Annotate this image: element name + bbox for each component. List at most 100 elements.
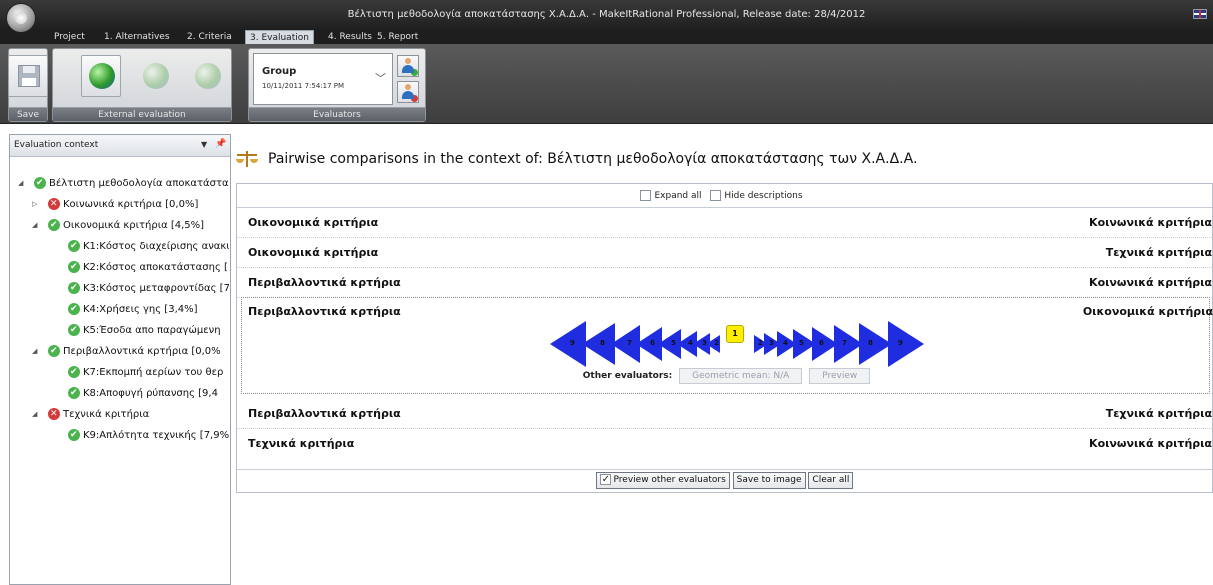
scale-value-label: 3 [769,339,774,347]
remove-evaluator-button[interactable] [397,81,419,103]
tab-project[interactable]: Project [54,30,85,44]
scale-left-value-8[interactable]: 8 [582,323,615,365]
application-orb-button[interactable] [6,3,36,33]
scale-value-label: 4 [783,339,788,347]
scale-left-value-7[interactable]: 7 [611,325,640,363]
export-evaluation-button[interactable] [81,55,121,97]
hide-descriptions-checkbox[interactable] [710,190,722,201]
tab-criteria[interactable]: 2. Criteria [187,30,232,44]
expand-arrow-icon[interactable]: ▷ [32,194,37,215]
tab-alternatives[interactable]: 1. Alternatives [104,30,170,44]
app-window: Βέλτιστη μεθοδολογία αποκατάστασης Χ.Α.Δ… [0,0,1213,585]
tree-item-label: Κ9:Απλότητα τεχνικής [7,9% [83,430,229,441]
import-evaluation-button[interactable] [135,55,175,97]
tree-item-label: Τεχνικά κριτήρια [63,409,150,420]
floppy-disk-icon [18,65,40,87]
criteria-tree: ◢ Βέλτιστη μεθοδολογία αποκατάστα ▷ Κοινωνι… [10,173,230,446]
other-evaluators-row: Other evaluators: Geometric mean: N/A Pr… [242,368,1211,384]
comparison-row[interactable]: Οικονομικά κριτήρια Τεχνικά κριτήρια [237,238,1212,268]
status-error-icon [48,194,60,215]
preview-other-evaluators-checkbox[interactable] [599,472,611,487]
sync-evaluation-button[interactable] [187,55,227,97]
scale-value-label: 9 [898,339,903,347]
display-options: Expand all Hide descriptions [237,184,1212,208]
external-evaluation-label: External evaluation [53,107,231,121]
comparison-row[interactable]: Περιβαλλοντικά κρτήρια Τεχνικά κριτήρια [237,399,1212,429]
comparison-left-criterion: Περιβαλλοντικά κρτήρια [248,276,401,289]
evaluators-group: Group 10/11/2011 7:54:17 PM ﹀ Evaluators [248,48,426,122]
comparison-row[interactable]: Τεχνικά κριτήρια Κοινωνικά κριτήρια [237,429,1212,459]
external-evaluation-group: External evaluation [52,48,232,122]
status-ok-icon [48,341,60,362]
scale-value-label: 8 [868,339,873,347]
tab-evaluation[interactable]: 3. Evaluation [245,30,314,44]
tree-item[interactable]: ◢ Βέλτιστη μεθοδολογία αποκατάστα [10,173,230,194]
preview-other-evaluators-toggle[interactable]: Preview other evaluators [595,472,730,489]
globe-icon [89,63,115,89]
collapse-arrow-icon[interactable]: ◢ [18,173,23,194]
collapse-arrow-icon[interactable]: ◢ [32,215,37,236]
preview-button[interactable]: Preview [809,368,871,384]
scale-value-1[interactable]: 1 [726,325,744,343]
scale-value-label: 7 [842,339,847,347]
comparison-right-criterion: Τεχνικά κριτήρια [1105,246,1212,259]
evaluator-select-date: 10/11/2011 7:54:17 PM [262,82,345,90]
save-button[interactable] [8,55,48,97]
user-remove-icon [402,84,418,102]
tree-item[interactable]: Κ9:Απλότητα τεχνικής [7,9% [10,425,230,446]
tree-item[interactable]: Κ5:Έσοδα απο παραγώμενη [10,320,230,341]
tab-results[interactable]: 4. Results [328,30,372,44]
scale-value-label: 2 [714,339,719,347]
tree-item[interactable]: ◢ Περιβαλλοντικά κρτήρια [0,0% [10,341,230,362]
clear-all-button[interactable]: Clear all [808,472,854,489]
tab-report[interactable]: 5. Report [377,30,418,44]
comparison-right-criterion: Τεχνικά κριτήρια [1105,407,1212,420]
tree-item-label: Κ1:Κόστος διαχείρισης ανακυ [83,241,229,252]
pairwise-comparisons-frame: Expand all Hide descriptions Οικονομικά … [236,183,1213,493]
tree-item[interactable]: ◢ Τεχνικά κριτήρια [10,404,230,425]
status-ok-icon [68,236,80,257]
status-ok-icon [68,425,80,446]
preview-other-evaluators-label: Preview other evaluators [613,475,726,485]
comparison-row[interactable]: Οικονομικά κριτήρια Κοινωνικά κριτήρια [237,208,1212,238]
comparison-left-criterion: Τεχνικά κριτήρια [248,437,355,450]
panel-dropdown-icon[interactable]: ▼ [201,140,207,149]
tree-item[interactable]: ◢ Οικονομικά κριτήρια [4,5%] [10,215,230,236]
tree-item[interactable]: Κ7:Εκπομπή αερίων του θερ [10,362,230,383]
collapse-arrow-icon[interactable]: ◢ [32,341,37,362]
scale-left-value-9[interactable]: 9 [550,321,586,367]
tree-item[interactable]: Κ2:Κόστος αποκατάστασης [ [10,257,230,278]
evaluator-select[interactable]: Group 10/11/2011 7:54:17 PM ﹀ [253,53,393,105]
tree-item-label: Κ5:Έσοδα απο παραγώμενη [83,325,221,336]
tree-item[interactable]: Κ4:Χρήσεις γης [3,4%] [10,299,230,320]
language-flag-icon[interactable] [1193,9,1207,19]
scale-value-label: 5 [799,339,804,347]
save-to-image-button[interactable]: Save to image [732,472,806,489]
evaluators-label: Evaluators [249,107,425,121]
expand-all-checkbox[interactable] [640,190,652,201]
status-ok-icon [68,362,80,383]
comparison-row[interactable]: Περιβαλλοντικά κρτήρια Κοινωνικά κριτήρι… [237,268,1212,298]
pin-icon[interactable]: 📌 [215,139,226,149]
collapse-arrow-icon[interactable]: ◢ [32,404,37,425]
expand-all-label: Expand all [654,191,702,201]
evaluator-select-value: Group [262,66,297,77]
tree-item[interactable]: Κ3:Κόστος μεταφροντίδας [7 [10,278,230,299]
tree-item-label: Οικονομικά κριτήρια [4,5%] [63,220,205,231]
tree-item-label: Βέλτιστη μεθοδολογία αποκατάστα [49,178,229,189]
status-ok-icon [68,257,80,278]
comparison-right-criterion: Κοινωνικά κριτήρια [1089,437,1212,450]
tree-item[interactable]: Κ1:Κόστος διαχείρισης ανακυ [10,236,230,257]
status-ok-icon [68,299,80,320]
window-title: Βέλτιστη μεθοδολογία αποκατάστασης Χ.Α.Δ… [347,9,866,20]
tree-item-label: Κ3:Κόστος μεταφροντίδας [7 [83,283,229,294]
geometric-mean-button[interactable]: Geometric mean: N/A [679,368,803,384]
panel-title: Evaluation context [14,140,99,150]
tree-item[interactable]: Κ8:Αποφυγή ρύπανσης [9,4 [10,383,230,404]
tree-item[interactable]: ▷ Κοινωνικά κριτήρια [0,0%] [10,194,230,215]
menu-bar: Project 1. Alternatives 2. Criteria 3. E… [0,30,1213,44]
scale-right-value-9[interactable]: 9 [888,321,924,367]
add-evaluator-button[interactable] [397,55,419,77]
save-group: Save [8,48,48,122]
status-ok-icon [68,320,80,341]
